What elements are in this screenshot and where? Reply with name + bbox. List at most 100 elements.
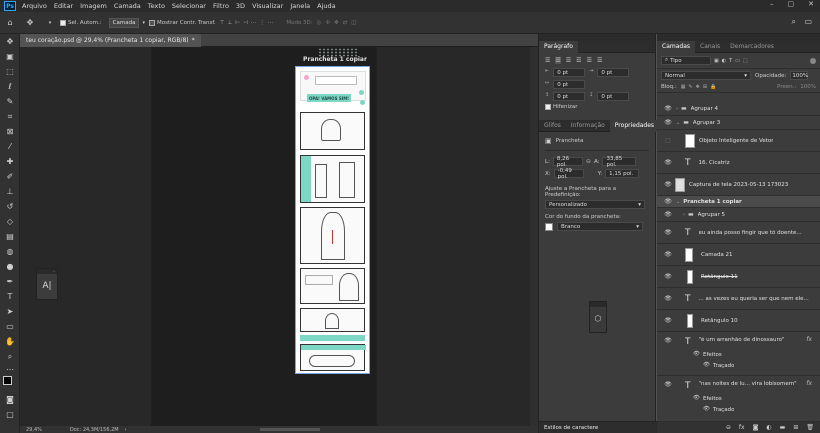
align-center-icon[interactable]: ☰ <box>555 57 561 64</box>
pen-icon[interactable]: ✒ <box>0 274 20 289</box>
3d-mode-icons[interactable]: ◎✣✥⇄◫ <box>317 20 361 26</box>
justify-last-icon[interactable]: ☰ <box>587 57 592 64</box>
quick-mask-icon[interactable]: ◙ <box>0 392 20 407</box>
zoom-icon[interactable]: ⌕ <box>0 349 20 364</box>
vertical-scrollbar[interactable] <box>530 47 538 426</box>
layer-row[interactable]: 👁 T "nas noites de lu... vira lobisomem"… <box>657 376 820 422</box>
align-left-icon[interactable]: ☰ <box>545 57 550 64</box>
menu-camada[interactable]: Camada <box>114 2 141 10</box>
layer-row[interactable]: 👁 Captura de tela 2023-05-13 173023 <box>657 174 820 196</box>
artboard[interactable]: OPA! VAMOS SIM! <box>295 66 370 374</box>
indent-right-field[interactable]: 0 pt <box>597 68 630 77</box>
hand-icon[interactable]: ✋ <box>0 334 20 349</box>
visibility-eye-icon[interactable]: 👁 <box>663 105 673 112</box>
tab-camadas[interactable]: Camadas <box>657 40 695 53</box>
collapse-arrow-icon[interactable]: ⌄ <box>676 199 680 205</box>
fx-icon[interactable]: fx <box>739 424 745 431</box>
char-styles-title[interactable]: Estilos de caractere <box>539 425 603 431</box>
workspace-icon[interactable]: ▭ <box>804 17 812 26</box>
3d-floating-panel[interactable]: ⬡ <box>589 301 607 333</box>
maximize-icon[interactable]: ▢ <box>788 0 795 8</box>
eraser-icon[interactable]: ◇ <box>0 214 20 229</box>
layer-row[interactable]: 👁 Camada 21 <box>657 244 820 266</box>
chevron-down-icon[interactable]: ▾ <box>44 17 56 29</box>
text-cursor-icon[interactable]: A| <box>37 281 57 291</box>
opacity-field[interactable]: 100% <box>790 71 809 80</box>
visibility-eye-off-icon[interactable]: □ <box>663 137 673 144</box>
layer-row[interactable]: 👁 T eu ainda posso fingir que tô doente.… <box>657 222 820 244</box>
tab-demarcadores[interactable]: Demarcadores <box>725 41 779 53</box>
tab-propriedades[interactable]: Propriedades <box>609 119 660 132</box>
effects-eye-icon[interactable]: 👁 <box>693 395 700 401</box>
visibility-eye-icon[interactable]: 👁 <box>663 317 673 324</box>
history-brush-icon[interactable]: ↺ <box>0 199 20 214</box>
stamp-icon[interactable]: ⊥ <box>0 184 20 199</box>
tab-glifos[interactable]: Glifos <box>539 120 566 132</box>
lasso-icon[interactable]: ℓ <box>0 79 20 94</box>
move-tool-icon[interactable]: ✥ <box>24 17 36 29</box>
brush-icon[interactable]: ✐ <box>0 169 20 184</box>
height-field[interactable]: 33,85 pol. <box>602 156 637 168</box>
blend-mode-dropdown[interactable]: Normal ▾ <box>661 71 751 80</box>
tab-canais[interactable]: Canais <box>695 41 725 53</box>
first-line-field[interactable]: 0 pt <box>553 80 586 89</box>
trash-icon[interactable]: 🗑 <box>806 424 814 431</box>
menu-texto[interactable]: Texto <box>148 2 165 10</box>
artboard-row[interactable]: 👁 ⌄ Prancheta 1 copiar <box>657 196 820 208</box>
visibility-eye-icon[interactable]: 👁 <box>663 381 673 388</box>
path-select-icon[interactable]: ➤ <box>0 304 20 319</box>
layer-filter-dropdown[interactable]: ⌕ Tipo <box>661 56 711 65</box>
lock-icons[interactable]: ▦✎✥⊞🔒 <box>681 84 720 90</box>
visibility-eye-icon[interactable]: 👁 <box>663 295 673 302</box>
layer-row[interactable]: 👁 Retângulo 10 <box>657 310 820 332</box>
eyedropper-icon[interactable]: ⁄ <box>0 139 20 154</box>
layer-row[interactable]: 👁 › ▬ Agrupar 4 <box>657 102 820 116</box>
y-field[interactable]: 1,15 pol. <box>605 169 640 178</box>
dodge-icon[interactable]: ● <box>0 259 20 274</box>
fx-icon[interactable]: fx <box>806 336 812 343</box>
visibility-eye-icon[interactable]: 👁 <box>663 181 673 188</box>
adjustment-icon[interactable]: ◐ <box>766 424 771 431</box>
panel-grip[interactable]: ·· <box>37 269 57 274</box>
home-icon[interactable]: ⌂ <box>4 17 16 29</box>
visibility-eye-icon[interactable]: 👁 <box>663 119 673 126</box>
layer-row[interactable]: 👁 T ... as vezes eu queria ser que nem e… <box>657 288 820 310</box>
collapse-arrow-icon[interactable]: ⌄ <box>676 120 680 126</box>
space-after-field[interactable]: 0 pt <box>597 92 630 101</box>
layer-row[interactable]: □ Objeto Inteligente de Vetor <box>657 130 820 152</box>
justify-icon[interactable]: ☰ <box>576 57 581 64</box>
x-field[interactable]: -0,49 pol. <box>553 168 584 180</box>
visibility-eye-icon[interactable]: 👁 <box>663 337 673 344</box>
menu-ajuda[interactable]: Ajuda <box>317 2 335 10</box>
link-layers-icon[interactable]: ⊖ <box>726 424 731 431</box>
align-right-icon[interactable]: ☰ <box>566 57 571 64</box>
filter-toggle[interactable] <box>810 57 816 64</box>
visibility-eye-icon[interactable]: 👁 <box>663 273 673 280</box>
filter-icons[interactable]: ▣◐T▭⬚ <box>714 58 751 64</box>
tab-informacao[interactable]: Informação <box>566 120 610 132</box>
menu-janela[interactable]: Janela <box>290 2 310 10</box>
justify-all-icon[interactable]: ☰ <box>597 57 602 64</box>
visibility-eye-icon[interactable]: 👁 <box>663 198 673 205</box>
fx-icon[interactable]: fx <box>806 380 812 387</box>
screen-mode-icon[interactable]: ▢ <box>0 407 20 422</box>
layer-row[interactable]: 👁 T "é um arranhão de dinossauro" fx 👁 E… <box>657 332 820 376</box>
close-icon[interactable]: ✕ <box>808 0 814 8</box>
search-icon[interactable]: ⌕ <box>792 17 796 27</box>
effects-eye-icon[interactable]: 👁 <box>693 351 700 357</box>
menu-3d[interactable]: 3D <box>236 2 245 10</box>
gradient-icon[interactable]: ▤ <box>0 229 20 244</box>
visibility-eye-icon[interactable]: 👁 <box>663 229 673 236</box>
layer-row[interactable]: 👁 T 16. Cicatriz <box>657 152 820 174</box>
floating-glyph-panel[interactable]: ·· A| <box>36 268 58 300</box>
bg-color-dropdown[interactable]: Branco ▾ <box>557 222 643 231</box>
color-swatches[interactable] <box>0 374 19 392</box>
hyphenate-checkbox[interactable] <box>545 104 551 110</box>
frame-icon[interactable]: ⊠ <box>0 124 20 139</box>
expand-arrow-icon[interactable]: › <box>676 106 678 112</box>
menu-filtro[interactable]: Filtro <box>213 2 229 10</box>
stroke-eye-icon[interactable]: 👁 <box>703 362 710 368</box>
space-before-field[interactable]: 0 pt <box>553 92 586 101</box>
menu-arquivo[interactable]: Arquivo <box>22 2 47 10</box>
visibility-eye-icon[interactable]: 👁 <box>663 211 673 218</box>
